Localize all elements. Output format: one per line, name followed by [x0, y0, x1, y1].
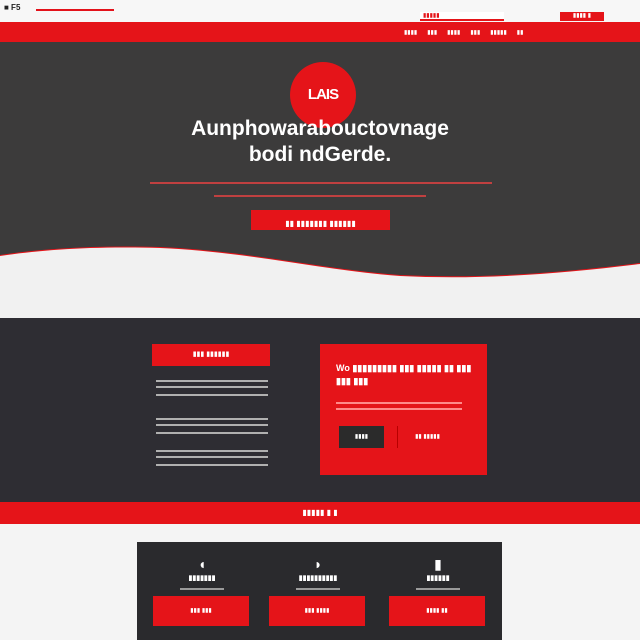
hero-title-line1: Aunphowarabouctovnage: [191, 117, 449, 140]
service-title: ▮▮▮▮▮▮: [426, 575, 450, 582]
chat-icon: ◗: [313, 556, 323, 572]
leaf-icon: ◖: [197, 556, 207, 572]
service-text-line: [416, 588, 460, 590]
card-title: Wo ▮▮▮▮▮▮▮▮▮ ▮▮▮ ▮▮▮▮▮ ▮▮ ▮▮▮ ▮▮▮ ▮▮▮: [336, 363, 472, 386]
feature-text-line: [156, 450, 268, 452]
nav-item-1[interactable]: ▮▮▮▮: [404, 29, 417, 36]
services-panel: ◖ ▮▮▮▮▮▮▮ ▮▮▮ ▮▮▮ ◗ ▮▮▮▮▮▮▮▮▮▮ ▮▮▮ ▮▮▮▮ …: [137, 542, 502, 640]
service-column: ◗ ▮▮▮▮▮▮▮▮▮▮ ▮▮▮ ▮▮▮▮: [263, 542, 373, 640]
nav-item-5[interactable]: ▮▮▮▮▮: [490, 29, 507, 36]
features-section: ▮▮▮ ▮▮▮▮▮▮ Wo ▮▮▮▮▮▮▮▮▮ ▮▮▮ ▮▮▮▮▮ ▮▮ ▮▮▮…: [0, 318, 640, 504]
nav-item-3[interactable]: ▮▮▮▮: [447, 29, 460, 36]
feature-text-line: [156, 386, 268, 388]
card-text-line: [336, 402, 462, 404]
nav-menu: ▮▮▮▮ ▮▮▮ ▮▮▮▮ ▮▮▮ ▮▮▮▮▮ ▮▮: [404, 22, 523, 42]
service-column: ◖ ▮▮▮▮▮▮▮ ▮▮▮ ▮▮▮: [147, 542, 257, 640]
nav-item-4[interactable]: ▮▮▮: [470, 29, 480, 36]
service-title: ▮▮▮▮▮▮▮: [188, 575, 216, 582]
service-text-line: [180, 588, 224, 590]
site-logo[interactable]: ■ F5: [4, 3, 20, 12]
feature-text-line: [156, 380, 268, 382]
feature-tag[interactable]: ▮▮▮ ▮▮▮▮▮▮: [152, 344, 270, 366]
box-icon: ▮: [434, 556, 442, 572]
promo-line: [36, 9, 114, 11]
nav-item-2[interactable]: ▮▮▮: [427, 29, 437, 36]
services-section: ◖ ▮▮▮▮▮▮▮ ▮▮▮ ▮▮▮ ◗ ▮▮▮▮▮▮▮▮▮▮ ▮▮▮ ▮▮▮▮ …: [0, 524, 640, 640]
feature-text-line: [156, 464, 268, 466]
hero-subtitle-line: [150, 182, 492, 184]
nav-item-6[interactable]: ▮▮: [517, 29, 524, 36]
service-column: ▮ ▮▮▮▮▮▮ ▮▮▮▮ ▮▮: [383, 542, 493, 640]
feature-text-line: [156, 456, 268, 458]
hero-subtitle-line: [214, 195, 426, 197]
service-title: ▮▮▮▮▮▮▮▮▮▮: [298, 575, 338, 582]
search-input[interactable]: ▮▮▮▮▮: [420, 12, 504, 21]
service-button[interactable]: ▮▮▮ ▮▮▮: [153, 596, 249, 626]
wave-divider: [0, 230, 640, 320]
service-text-line: [296, 588, 340, 590]
service-button[interactable]: ▮▮▮▮ ▮▮: [389, 596, 485, 626]
hero-title-line2: bodi ndGerde.: [248, 143, 392, 166]
card-primary-button[interactable]: ▮▮ ▮▮▮▮▮: [397, 426, 457, 448]
card-secondary-button[interactable]: ▮▮▮▮: [339, 426, 384, 448]
service-button[interactable]: ▮▮▮ ▮▮▮▮: [269, 596, 365, 626]
feature-text-line: [156, 424, 268, 426]
hero-title: Aunphowarabouctovnage bodi ndGerde.: [0, 116, 640, 168]
feature-card: Wo ▮▮▮▮▮▮▮▮▮ ▮▮▮ ▮▮▮▮▮ ▮▮ ▮▮▮ ▮▮▮ ▮▮▮ ▮▮…: [320, 344, 487, 475]
feature-text-line: [156, 418, 268, 420]
feature-text-line: [156, 394, 268, 396]
navigation-bar: ▮▮▮▮▮ ▮▮▮▮ ▮ ▮▮▮▮ ▮▮▮ ▮▮▮▮ ▮▮▮ ▮▮▮▮▮ ▮▮: [0, 12, 640, 42]
cart-button[interactable]: ▮▮▮▮ ▮: [560, 12, 604, 21]
top-strip: ■ F5: [0, 0, 640, 22]
section-band: ▮▮▮▮▮ ▮ ▮: [0, 502, 640, 524]
card-text-line: [336, 408, 462, 410]
feature-text-line: [156, 432, 268, 434]
